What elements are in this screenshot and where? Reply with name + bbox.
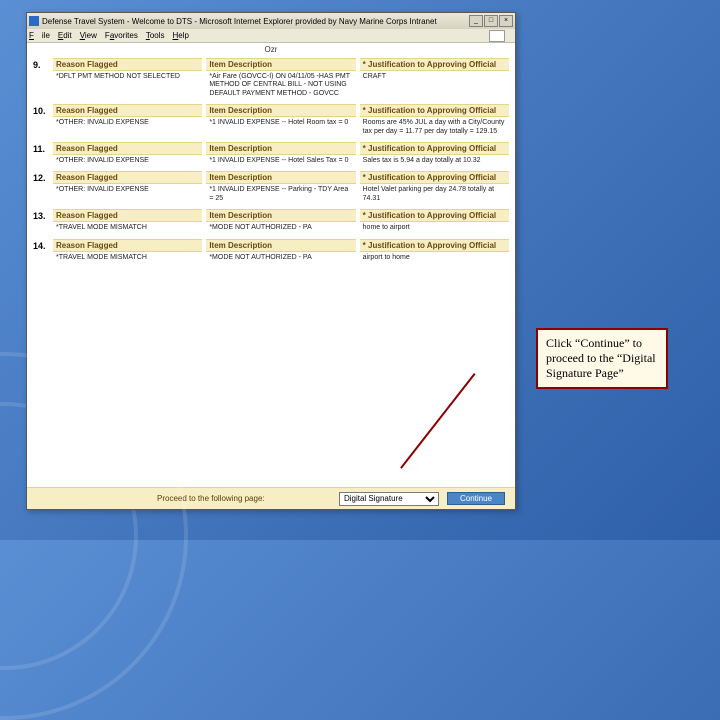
item-justification: home to airport [360, 222, 509, 232]
item-reason: *OTHER: INVALID EXPENSE [53, 117, 202, 127]
col-header-desc: Item Description [206, 104, 355, 117]
menu-file[interactable]: File [29, 31, 50, 40]
titlebar: Defense Travel System - Welcome to DTS -… [27, 13, 515, 29]
col-header-just: * Justification to Approving Official [360, 171, 509, 184]
flag-item: 13.Reason Flagged*TRAVEL MODE MISMATCH It… [33, 209, 509, 232]
col-header-just: * Justification to Approving Official [360, 104, 509, 117]
item-description: *MODE NOT AUTHORIZED - PA [206, 252, 355, 262]
page-client: Ozr 9.Reason Flagged*DFLT PMT METHOD NOT… [27, 43, 515, 509]
item-number: 9. [33, 58, 53, 70]
maximize-button[interactable]: □ [484, 15, 498, 27]
col-header-desc: Item Description [206, 209, 355, 222]
callout-leader-line [474, 373, 538, 443]
throbber-icon [489, 30, 505, 42]
footer-bar: Proceed to the following page: Digital S… [27, 487, 515, 509]
item-description: *MODE NOT AUTHORIZED - PA [206, 222, 355, 232]
item-reason: *DFLT PMT METHOD NOT SELECTED [53, 71, 202, 81]
col-header-desc: Item Description [206, 171, 355, 184]
item-number: 10. [33, 104, 53, 116]
footer-label: Proceed to the following page: [157, 494, 265, 503]
menubar: File Edit View Favorites Tools Help [27, 29, 515, 43]
browser-window: Defense Travel System - Welcome to DTS -… [26, 12, 516, 510]
menu-tools[interactable]: Tools [146, 31, 165, 40]
col-header-desc: Item Description [206, 142, 355, 155]
flag-item: 10.Reason Flagged*OTHER: INVALID EXPENSE… [33, 104, 509, 136]
ie-icon [29, 16, 39, 26]
col-header-just: * Justification to Approving Official [360, 142, 509, 155]
ozr-label: Ozr [33, 45, 509, 54]
item-number: 13. [33, 209, 53, 221]
page-select[interactable]: Digital Signature [339, 492, 439, 506]
item-description: *1 INVALID EXPENSE -- Hotel Room tax = 0 [206, 117, 355, 127]
item-number: 14. [33, 239, 53, 251]
menu-favorites[interactable]: Favorites [105, 31, 138, 40]
item-justification: CRAFT [360, 71, 509, 81]
close-button[interactable]: × [499, 15, 513, 27]
item-description: *1 INVALID EXPENSE -- Parking - TDY Area… [206, 184, 355, 203]
flag-item: 11.Reason Flagged*OTHER: INVALID EXPENSE… [33, 142, 509, 165]
flag-item: 9.Reason Flagged*DFLT PMT METHOD NOT SEL… [33, 58, 509, 98]
col-header-reason: Reason Flagged [53, 209, 202, 222]
window-title: Defense Travel System - Welcome to DTS -… [42, 17, 437, 26]
instruction-callout: Click “Continue” to proceed to the “Digi… [536, 328, 668, 389]
item-reason: *TRAVEL MODE MISMATCH [53, 252, 202, 262]
menu-edit[interactable]: Edit [58, 31, 72, 40]
minimize-button[interactable]: _ [469, 15, 483, 27]
item-description: *1 INVALID EXPENSE -- Hotel Sales Tax = … [206, 155, 355, 165]
col-header-desc: Item Description [206, 239, 355, 252]
item-justification: airport to home [360, 252, 509, 262]
menu-view[interactable]: View [80, 31, 97, 40]
col-header-reason: Reason Flagged [53, 58, 202, 71]
continue-button[interactable]: Continue [447, 492, 505, 505]
col-header-reason: Reason Flagged [53, 142, 202, 155]
flag-item: 12.Reason Flagged*OTHER: INVALID EXPENSE… [33, 171, 509, 203]
col-header-desc: Item Description [206, 58, 355, 71]
item-justification: Hotel Valet parking per day 24.78 totall… [360, 184, 509, 203]
col-header-just: * Justification to Approving Official [360, 209, 509, 222]
item-justification: Sales tax is 5.94 a day totally at 10.32 [360, 155, 509, 165]
item-number: 11. [33, 142, 53, 154]
item-reason: *TRAVEL MODE MISMATCH [53, 222, 202, 232]
item-justification: Rooms are 45% JUL a day with a City/Coun… [360, 117, 509, 136]
item-reason: *OTHER: INVALID EXPENSE [53, 155, 202, 165]
menu-help[interactable]: Help [173, 31, 189, 40]
item-description: *Air Fare (GOVCC-I) ON 04/11/05 -HAS PMT… [206, 71, 355, 98]
col-header-reason: Reason Flagged [53, 239, 202, 252]
col-header-reason: Reason Flagged [53, 104, 202, 117]
item-reason: *OTHER: INVALID EXPENSE [53, 184, 202, 194]
col-header-just: * Justification to Approving Official [360, 58, 509, 71]
col-header-reason: Reason Flagged [53, 171, 202, 184]
item-number: 12. [33, 171, 53, 183]
callout-text: Click “Continue” to proceed to the “Digi… [546, 336, 656, 380]
col-header-just: * Justification to Approving Official [360, 239, 509, 252]
flag-item: 14.Reason Flagged*TRAVEL MODE MISMATCH It… [33, 239, 509, 262]
